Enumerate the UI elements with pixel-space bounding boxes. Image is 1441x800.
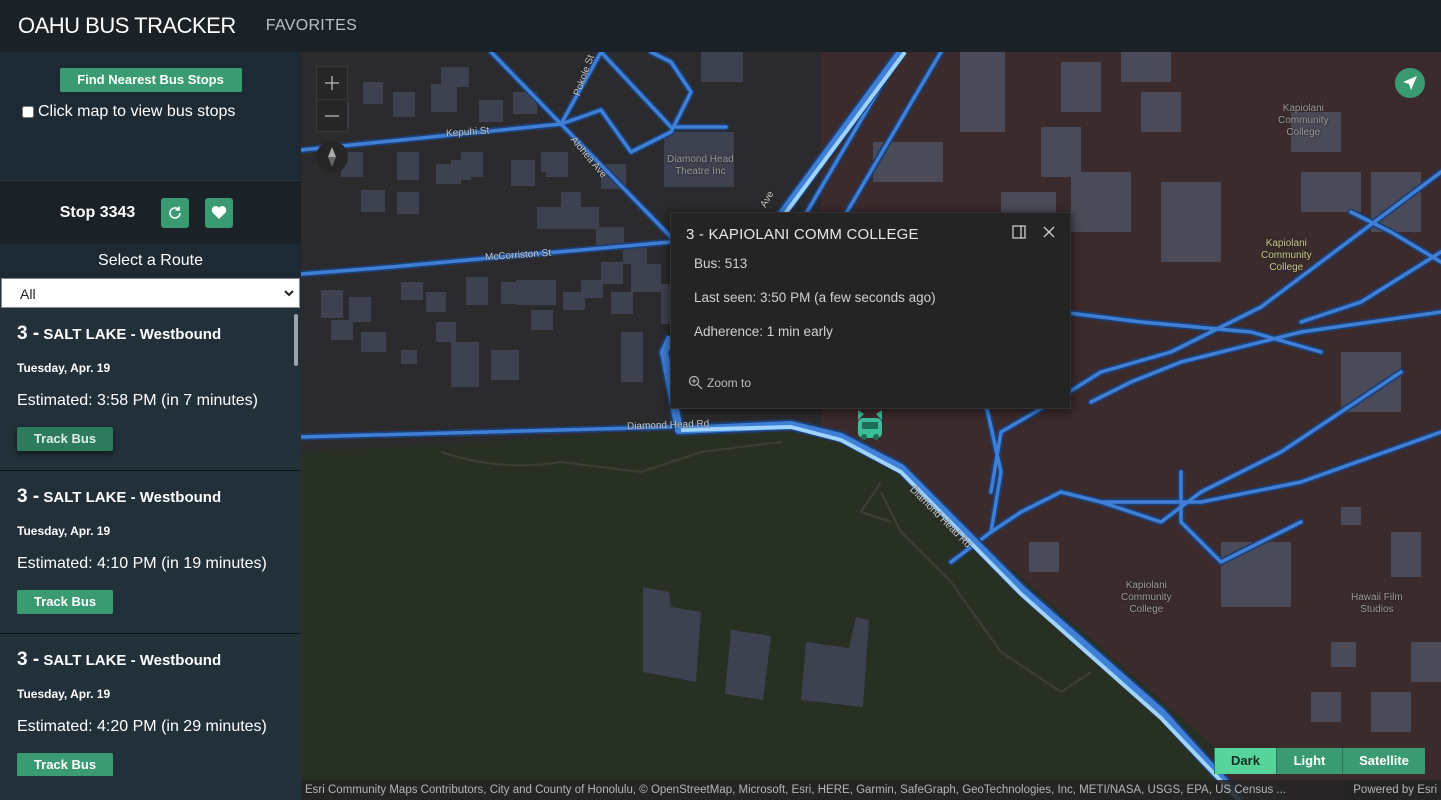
nav-favorites-link[interactable]: FAVORITES xyxy=(266,17,357,35)
basemap-light-button[interactable]: Light xyxy=(1276,748,1342,774)
compass-icon xyxy=(328,147,336,167)
arrival-estimate: Estimated: 4:20 PM (in 29 minutes) xyxy=(17,718,267,735)
bus-icon xyxy=(858,410,882,440)
click-map-checkbox[interactable] xyxy=(22,106,34,118)
sidebar: Find Nearest Bus Stops Click map to view… xyxy=(0,52,301,800)
minus-icon xyxy=(325,114,339,117)
popup-adherence: Adherence: 1 min early xyxy=(694,324,833,339)
arrival-card: 3 - SALT LAKE - Westbound Tuesday, Apr. … xyxy=(0,308,301,471)
basemap-satellite-button[interactable]: Satellite xyxy=(1342,748,1425,774)
dock-button[interactable] xyxy=(1012,225,1026,244)
popup-bus-number: Bus: 513 xyxy=(694,256,748,271)
zoom-to-action[interactable]: Zoom to xyxy=(688,375,751,390)
track-bus-button[interactable]: Track Bus xyxy=(17,753,113,776)
close-button[interactable] xyxy=(1042,225,1056,244)
arrival-route-title: 3 - SALT LAKE - Westbound xyxy=(17,649,222,670)
close-icon xyxy=(1043,226,1055,238)
find-nearest-stops-button[interactable]: Find Nearest Bus Stops xyxy=(59,68,242,92)
arrival-card: 3 - SALT LAKE - Westbound Tuesday, Apr. … xyxy=(0,471,301,634)
chevron-down-icon xyxy=(284,290,294,297)
bus-popup: 3 - KAPIOLANI COMM COLLEGE Bus: 513 Last… xyxy=(670,212,1071,409)
zoom-controls xyxy=(316,66,348,132)
search-panel: Find Nearest Bus Stops Click map to view… xyxy=(0,52,301,180)
refresh-button[interactable] xyxy=(161,197,190,228)
route-select-value: All xyxy=(20,286,36,302)
poi-label: Kapiolani Community College xyxy=(1278,103,1329,138)
popup-title: 3 - KAPIOLANI COMM COLLEGE xyxy=(686,226,919,243)
track-bus-button[interactable]: Track Bus xyxy=(17,590,113,614)
track-bus-button[interactable]: Track Bus xyxy=(17,427,113,451)
select-route-label: Select a Route xyxy=(0,244,301,278)
poi-label: Kapiolani Community College xyxy=(1261,238,1312,273)
locate-button[interactable] xyxy=(1395,68,1425,98)
bus-marker[interactable] xyxy=(854,408,886,447)
map-view[interactable]: Kepuhi St Pokole St Alohea Ave McCorrist… xyxy=(301,52,1441,800)
favorite-button[interactable] xyxy=(205,197,234,228)
arrival-estimate: Estimated: 4:10 PM (in 19 minutes) xyxy=(17,555,267,572)
dock-icon xyxy=(1012,225,1026,239)
top-nav: OAHU BUS TRACKER FAVORITES xyxy=(0,0,1441,52)
arrival-card: 3 - SALT LAKE - Westbound Tuesday, Apr. … xyxy=(0,634,301,776)
arrival-date: Tuesday, Apr. 19 xyxy=(17,361,111,375)
click-map-label: Click map to view bus stops xyxy=(38,103,236,120)
powered-by-esri[interactable]: Powered by Esri xyxy=(1345,780,1437,800)
click-map-option[interactable]: Click map to view bus stops xyxy=(22,103,301,121)
plus-icon xyxy=(325,76,339,90)
poi-label: Kapiolani Community College xyxy=(1121,580,1172,615)
navigation-arrow-icon xyxy=(1403,76,1417,90)
arrival-date: Tuesday, Apr. 19 xyxy=(17,524,111,538)
arrival-date: Tuesday, Apr. 19 xyxy=(17,687,111,701)
poi-label: Hawaii Film Studios xyxy=(1351,592,1403,615)
map-attribution[interactable]: Esri Community Maps Contributors, City a… xyxy=(301,780,1441,800)
app-title[interactable]: OAHU BUS TRACKER xyxy=(18,13,236,39)
arrivals-list[interactable]: 3 - SALT LAKE - Westbound Tuesday, Apr. … xyxy=(0,308,301,776)
stop-title: Stop 3343 xyxy=(59,203,136,221)
route-select[interactable]: All xyxy=(1,278,300,308)
popup-last-seen: Last seen: 3:50 PM (a few seconds ago) xyxy=(694,290,936,305)
zoom-in-button[interactable] xyxy=(317,67,347,99)
arrival-route-title: 3 - SALT LAKE - Westbound xyxy=(17,323,222,344)
stop-header: Stop 3343 xyxy=(0,180,301,244)
basemap-toggle: Dark Light Satellite xyxy=(1214,748,1425,774)
scrollbar-thumb[interactable] xyxy=(294,314,298,366)
poi-label: Diamond Head Theatre Inc xyxy=(667,154,734,177)
attribution-text: Esri Community Maps Contributors, City a… xyxy=(305,784,1287,796)
zoom-in-magnifier-icon xyxy=(688,375,703,390)
arrival-estimate: Estimated: 3:58 PM (in 7 minutes) xyxy=(17,392,258,409)
heart-icon xyxy=(212,206,227,219)
zoom-out-button[interactable] xyxy=(317,99,347,131)
refresh-icon xyxy=(169,206,182,219)
basemap-dark-button[interactable]: Dark xyxy=(1214,748,1276,774)
zoom-to-label: Zoom to xyxy=(707,375,752,390)
arrival-route-title: 3 - SALT LAKE - Westbound xyxy=(17,486,222,507)
compass-button[interactable] xyxy=(316,141,348,173)
